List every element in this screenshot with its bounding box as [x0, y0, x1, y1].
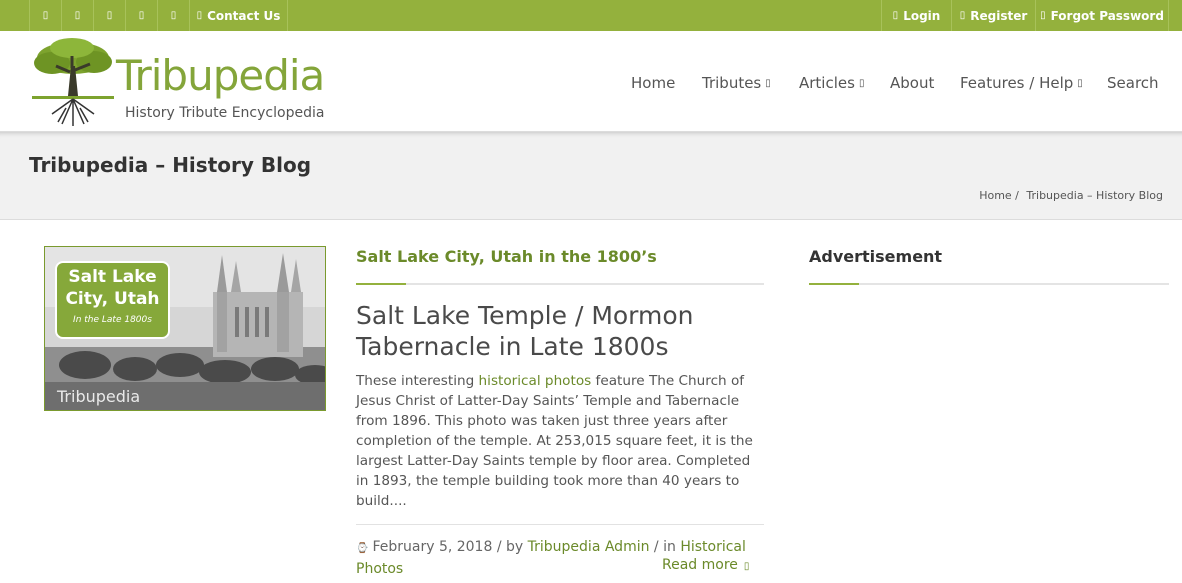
forgot-password-link[interactable]: ▯ Forgot Password [1035, 0, 1169, 31]
thumbnail-badge: Salt Lake City, Utah In the Late 1800s [55, 261, 170, 339]
site-tagline: History Tribute Encyclopedia [125, 105, 325, 121]
nav-features-help[interactable]: Features / Help ▯ [960, 73, 1083, 93]
login-icon: ▯ [892, 10, 899, 21]
facebook-icon[interactable]: ▯ [29, 0, 61, 31]
instagram-icon[interactable]: ▯ [93, 0, 125, 31]
advertisement-divider [809, 283, 1169, 285]
advertisement-heading: Advertisement [809, 247, 943, 266]
read-more-link[interactable]: Read more ▯ [662, 557, 749, 573]
site-logo-title[interactable]: Tribupedia [116, 55, 325, 97]
breadcrumb-current: Tribupedia – History Blog [1026, 189, 1163, 202]
page-title: Tribupedia – History Blog [29, 153, 312, 177]
nav-home[interactable]: Home [631, 73, 675, 93]
contact-us-link[interactable]: ▯ Contact Us [189, 0, 288, 31]
post-excerpt: These interesting historical photos feat… [356, 373, 753, 509]
category-divider [356, 283, 764, 285]
site-header: Tribupedia History Tribute Encyclopedia … [0, 31, 1182, 131]
chevron-down-icon: ▯ [858, 77, 865, 89]
post-date: February 5, 2018 [372, 539, 493, 555]
register-link[interactable]: ▯ Register [951, 0, 1035, 31]
youtube-icon[interactable]: ▯ [157, 0, 189, 31]
breadcrumb: Home / Tribupedia – History Blog [975, 189, 1163, 202]
pinterest-icon[interactable]: ▯ [125, 0, 157, 31]
top-bar: ▯ ▯ ▯ ▯ ▯ ▯ Contact Us ▯ Login ▯ Register ▯… [0, 0, 1182, 31]
nav-articles[interactable]: Articles ▯ [799, 73, 864, 93]
twitter-icon[interactable]: ▯ [61, 0, 93, 31]
key-icon: ▯ [1040, 10, 1046, 21]
post-category-heading[interactable]: Salt Lake City, Utah in the 1800’s [356, 247, 657, 266]
chevron-down-icon: ▯ [1077, 77, 1083, 89]
nav-tributes[interactable]: Tributes ▯ [702, 73, 771, 93]
clock-icon: ⌚ [356, 543, 369, 554]
chevron-down-icon: ▯ [765, 77, 771, 89]
nav-search[interactable]: Search [1107, 73, 1159, 93]
login-link[interactable]: ▯ Login [881, 0, 951, 31]
post-title[interactable]: Salt Lake Temple / Mormon Tabernacle in … [356, 300, 766, 362]
tree-logo-icon[interactable] [32, 36, 114, 128]
nav-about[interactable]: About [890, 73, 934, 93]
historical-photos-link[interactable]: historical photos [479, 373, 592, 389]
breadcrumb-home[interactable]: Home / [979, 189, 1019, 202]
meta-divider [356, 524, 764, 525]
author-link[interactable]: Tribupedia Admin [528, 539, 650, 555]
envelope-icon: ▯ [196, 10, 203, 21]
register-icon: ▯ [959, 10, 966, 21]
post-thumbnail[interactable]: Salt Lake City, Utah In the Late 1800s T… [44, 246, 326, 411]
watermark: Tribupedia [57, 387, 141, 406]
page-title-band: Tribupedia – History Blog Home / Tribupe… [0, 131, 1182, 220]
chevron-right-icon: ▯ [743, 561, 750, 572]
